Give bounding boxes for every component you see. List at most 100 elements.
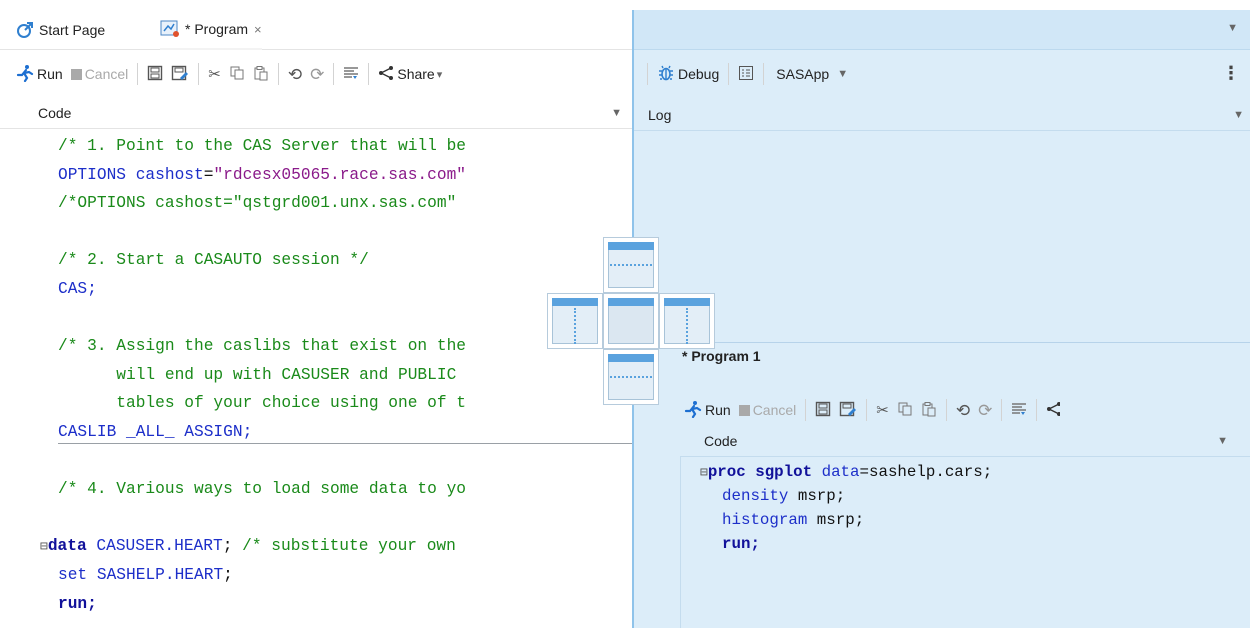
server-select[interactable]: SASApp ▼ (769, 60, 852, 88)
code-line: /* 4. Various ways to load some data to … (58, 480, 466, 499)
code-line: run; (722, 535, 760, 553)
toolbar-separator (368, 63, 370, 85)
save-as-button[interactable] (835, 396, 861, 424)
code-editor[interactable]: ⊟proc sgplot data=sashelp.cars; density … (682, 460, 1247, 628)
chevron-down-icon[interactable]: ▼ (1227, 22, 1238, 34)
toolbar-separator (198, 63, 200, 85)
save-icon (147, 65, 163, 84)
start-page-icon (16, 21, 34, 39)
code-line: /* 2. Start a CASAUTO session */ (58, 251, 369, 270)
dock-center-button[interactable] (603, 293, 659, 349)
save-as-icon (839, 401, 857, 420)
code-line: run; (58, 594, 97, 613)
collapse-icon[interactable]: ⊟ (40, 539, 48, 554)
save-as-icon (171, 65, 189, 84)
save-icon (815, 401, 831, 420)
toolbar-separator (1036, 399, 1038, 421)
code-line: density msrp; (722, 487, 846, 505)
redo-icon: ⟳ (310, 64, 325, 84)
paste-icon (253, 65, 269, 84)
copy-button[interactable] (225, 60, 249, 88)
toolbar-separator (137, 63, 139, 85)
chevron-down-icon[interactable]: ▼ (1217, 435, 1228, 447)
chevron-down-icon[interactable]: ▼ (611, 107, 622, 119)
paste-button[interactable] (249, 60, 273, 88)
toolbar-separator (333, 63, 335, 85)
toolbar-separator (1001, 399, 1003, 421)
divider (0, 128, 632, 129)
redo-button[interactable]: ⟳ (974, 396, 996, 424)
undo-button[interactable]: ⟲ (284, 60, 306, 88)
code-line: tables of your choice using one of t (58, 394, 466, 413)
debug-button[interactable]: Debug (653, 60, 723, 88)
chevron-down-icon: ▾ (436, 68, 443, 81)
dock-bottom-button[interactable] (603, 349, 659, 405)
left-editor-window: Start Page * Program × Run Cancel ✂ ⟲ ⟳ … (0, 0, 632, 628)
share-icon (1046, 401, 1062, 420)
share-button[interactable]: Share ▾ (374, 60, 446, 88)
undo-icon: ⟲ (287, 64, 303, 84)
cancel-button[interactable]: Cancel (67, 60, 133, 88)
code-pane-title: Code (704, 433, 738, 449)
toolbar-separator (277, 63, 279, 85)
undo-icon: ⟲ (955, 400, 971, 420)
format-code-button[interactable] (1007, 396, 1031, 424)
tab-start-page[interactable]: Start Page (16, 10, 105, 50)
run-icon (16, 64, 34, 85)
format-code-button[interactable] (339, 60, 363, 88)
share-button[interactable] (1042, 396, 1064, 424)
editor-toolbar: Run Cancel ✂ ⟲ ⟳ Share ▾ (12, 56, 446, 92)
run-icon (684, 400, 702, 421)
save-button[interactable] (143, 60, 167, 88)
bug-icon (657, 64, 675, 85)
more-options-icon[interactable]: ⋮ (1222, 64, 1240, 82)
paste-button[interactable] (917, 396, 941, 424)
format-code-icon (343, 65, 359, 84)
divider (680, 456, 1250, 457)
code-line: OPTIONS cashost="rdcesx05065.race.sas.co… (58, 165, 467, 184)
tab-label: Start Page (39, 22, 106, 38)
code-pane-header: Code ▼ (38, 100, 628, 126)
copy-icon (229, 65, 245, 84)
code-line: /* 3. Assign the caslibs that exist on t… (58, 337, 466, 356)
panel-title-strip (634, 10, 1250, 50)
tab-program[interactable]: * Program × (160, 10, 262, 50)
stop-icon (70, 68, 82, 80)
cut-button[interactable]: ✂ (872, 396, 893, 424)
dock-left-button[interactable] (547, 293, 603, 349)
undo-button[interactable]: ⟲ (952, 396, 974, 424)
toolbar-separator (866, 399, 868, 421)
toolbar-separator (763, 63, 765, 85)
code-line: histogram msrp; (722, 511, 865, 529)
run-button[interactable]: Run (12, 60, 67, 88)
toolbar-separator (805, 399, 807, 421)
chevron-down-icon[interactable]: ▼ (1233, 109, 1244, 121)
collapse-icon[interactable]: ⊟ (700, 465, 708, 480)
code-editor[interactable]: /* 1. Point to the CAS Server that will … (0, 132, 632, 628)
copy-button[interactable] (893, 396, 917, 424)
cut-icon: ✂ (208, 65, 221, 83)
paste-icon (921, 401, 937, 420)
cut-button[interactable]: ✂ (204, 60, 225, 88)
save-button[interactable] (811, 396, 835, 424)
chevron-down-icon: ▼ (837, 68, 849, 80)
cancel-button[interactable]: Cancel (735, 396, 801, 424)
divider (672, 342, 1250, 343)
cut-icon: ✂ (876, 401, 889, 419)
code-line: will end up with CASUSER and PUBLIC (58, 365, 457, 384)
save-as-button[interactable] (167, 60, 193, 88)
dock-top-button[interactable] (603, 237, 659, 293)
run-button[interactable]: Run (680, 396, 735, 424)
tab-label: * Program (185, 21, 249, 37)
outline-button[interactable] (734, 60, 758, 88)
code-line: CAS; (58, 280, 97, 298)
toolbar-separator (647, 63, 648, 85)
close-icon[interactable]: × (254, 22, 262, 37)
program-icon (160, 20, 180, 38)
log-pane-title: Log (648, 107, 672, 123)
redo-button[interactable]: ⟳ (306, 60, 328, 88)
log-pane-header: Log ▼ (644, 102, 1244, 128)
toolbar-separator (728, 63, 730, 85)
dock-right-button[interactable] (659, 293, 715, 349)
code-line: /*OPTIONS cashost="qstgrd001.unx.sas.com… (58, 194, 457, 213)
